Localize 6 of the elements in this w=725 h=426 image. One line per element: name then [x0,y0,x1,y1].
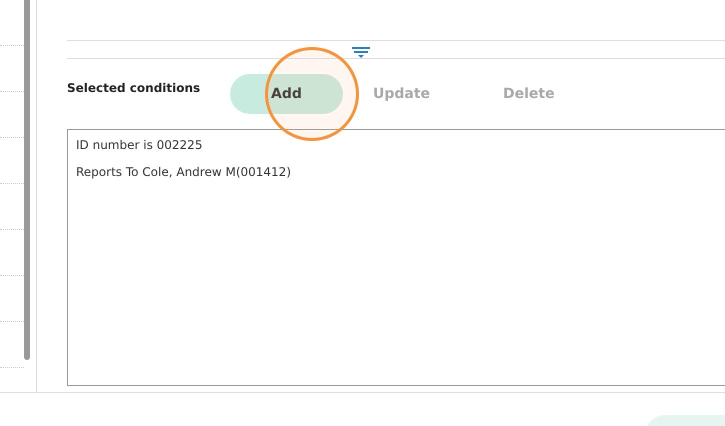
condition-item[interactable]: ID number is 002225 [76,136,717,163]
scrollbar-thumb[interactable] [24,0,30,360]
filter-icon[interactable] [352,47,370,59]
action-button[interactable]: Add [230,74,343,114]
condition-item[interactable]: Reports To Cole, Andrew M(001412) [76,163,717,190]
section-label: Selected conditions [67,81,202,95]
